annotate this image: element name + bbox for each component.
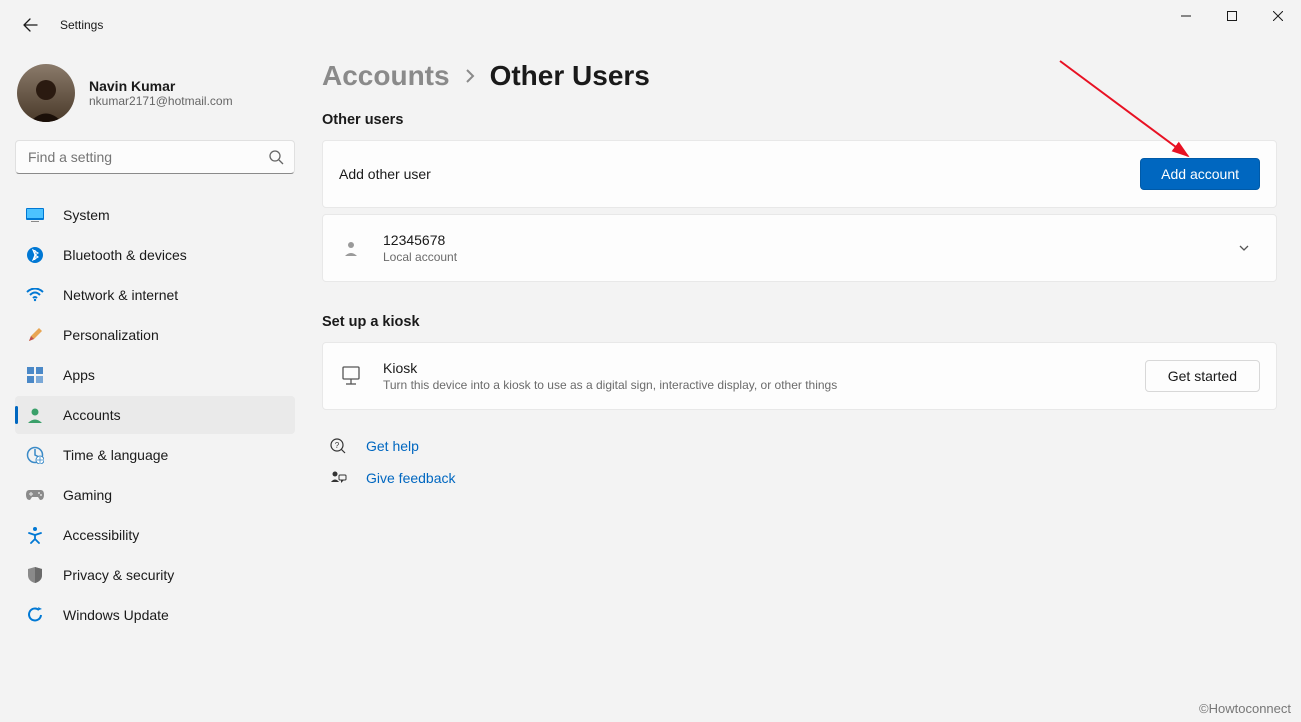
search-icon — [268, 149, 284, 170]
sidebar: Navin Kumar nkumar2171@hotmail.com Syste… — [0, 50, 310, 722]
add-other-user-card: Add other user Add account — [322, 140, 1277, 208]
kiosk-title: Kiosk — [383, 360, 1145, 376]
sidebar-item-gaming[interactable]: Gaming — [15, 476, 295, 514]
sidebar-item-network[interactable]: Network & internet — [15, 276, 295, 314]
svg-text:?: ? — [335, 441, 340, 450]
sidebar-item-label: Network & internet — [63, 287, 178, 303]
get-help-link[interactable]: ? Get help — [322, 436, 1277, 456]
sidebar-item-label: Time & language — [63, 447, 168, 463]
person-icon — [339, 236, 363, 260]
add-account-button[interactable]: Add account — [1140, 158, 1260, 190]
gamepad-icon — [25, 485, 45, 505]
wifi-icon — [25, 285, 45, 305]
sidebar-item-label: System — [63, 207, 110, 223]
breadcrumb-current: Other Users — [490, 60, 650, 92]
chevron-right-icon — [464, 67, 476, 85]
close-icon — [1273, 11, 1283, 21]
system-icon — [25, 205, 45, 225]
app-title: Settings — [60, 18, 103, 32]
help-icon: ? — [328, 436, 348, 456]
maximize-button[interactable] — [1209, 0, 1255, 32]
main-content: Accounts Other Users Other users Add oth… — [310, 50, 1301, 722]
sidebar-item-label: Apps — [63, 367, 95, 383]
avatar — [17, 64, 75, 122]
help-links: ? Get help Give feedback — [322, 436, 1277, 488]
user-account-card[interactable]: 12345678 Local account — [322, 214, 1277, 282]
minimize-icon — [1181, 11, 1191, 21]
add-other-user-label: Add other user — [339, 166, 1140, 182]
kiosk-card: Kiosk Turn this device into a kiosk to u… — [322, 342, 1277, 410]
breadcrumb: Accounts Other Users — [322, 60, 1277, 92]
kiosk-description: Turn this device into a kiosk to use as … — [383, 378, 1145, 392]
sidebar-item-label: Gaming — [63, 487, 112, 503]
sidebar-item-apps[interactable]: Apps — [15, 356, 295, 394]
give-feedback-link[interactable]: Give feedback — [322, 468, 1277, 488]
paintbrush-icon — [25, 325, 45, 345]
user-email: nkumar2171@hotmail.com — [89, 94, 233, 108]
bluetooth-icon — [25, 245, 45, 265]
update-icon — [25, 605, 45, 625]
sidebar-item-privacy[interactable]: Privacy & security — [15, 556, 295, 594]
section-title-kiosk: Set up a kiosk — [322, 314, 1277, 330]
maximize-icon — [1227, 11, 1237, 21]
accessibility-icon — [25, 525, 45, 545]
watermark: ©Howtoconnect — [1199, 701, 1291, 716]
window-controls — [1163, 0, 1301, 32]
get-started-button[interactable]: Get started — [1145, 360, 1260, 392]
feedback-icon — [328, 468, 348, 488]
sidebar-item-bluetooth[interactable]: Bluetooth & devices — [15, 236, 295, 274]
account-type: Local account — [383, 250, 1228, 264]
give-feedback-label: Give feedback — [366, 470, 456, 486]
back-arrow-icon — [22, 17, 38, 33]
sidebar-item-label: Privacy & security — [63, 567, 174, 583]
shield-icon — [25, 565, 45, 585]
close-button[interactable] — [1255, 0, 1301, 32]
sidebar-item-accessibility[interactable]: Accessibility — [15, 516, 295, 554]
sidebar-item-label: Personalization — [63, 327, 159, 343]
sidebar-item-label: Bluetooth & devices — [63, 247, 187, 263]
sidebar-item-personalization[interactable]: Personalization — [15, 316, 295, 354]
accounts-icon — [25, 405, 45, 425]
sidebar-item-accounts[interactable]: Accounts — [15, 396, 295, 434]
get-help-label: Get help — [366, 438, 419, 454]
search-input[interactable] — [16, 141, 294, 173]
titlebar: Settings — [0, 0, 1301, 50]
kiosk-icon — [339, 364, 363, 388]
clock-globe-icon — [25, 445, 45, 465]
nav: System Bluetooth & devices Network & int… — [15, 196, 295, 634]
sidebar-item-time-language[interactable]: Time & language — [15, 436, 295, 474]
sidebar-item-label: Accounts — [63, 407, 121, 423]
apps-icon — [25, 365, 45, 385]
user-block[interactable]: Navin Kumar nkumar2171@hotmail.com — [15, 60, 295, 140]
sidebar-item-label: Accessibility — [63, 527, 139, 543]
user-name: Navin Kumar — [89, 78, 233, 94]
chevron-down-icon[interactable] — [1228, 241, 1260, 255]
search-box[interactable] — [15, 140, 295, 174]
section-title-other-users: Other users — [322, 112, 1277, 128]
sidebar-item-label: Windows Update — [63, 607, 169, 623]
back-button[interactable] — [18, 13, 42, 37]
account-name: 12345678 — [383, 232, 1228, 248]
minimize-button[interactable] — [1163, 0, 1209, 32]
sidebar-item-system[interactable]: System — [15, 196, 295, 234]
breadcrumb-parent[interactable]: Accounts — [322, 60, 450, 92]
sidebar-item-windows-update[interactable]: Windows Update — [15, 596, 295, 634]
